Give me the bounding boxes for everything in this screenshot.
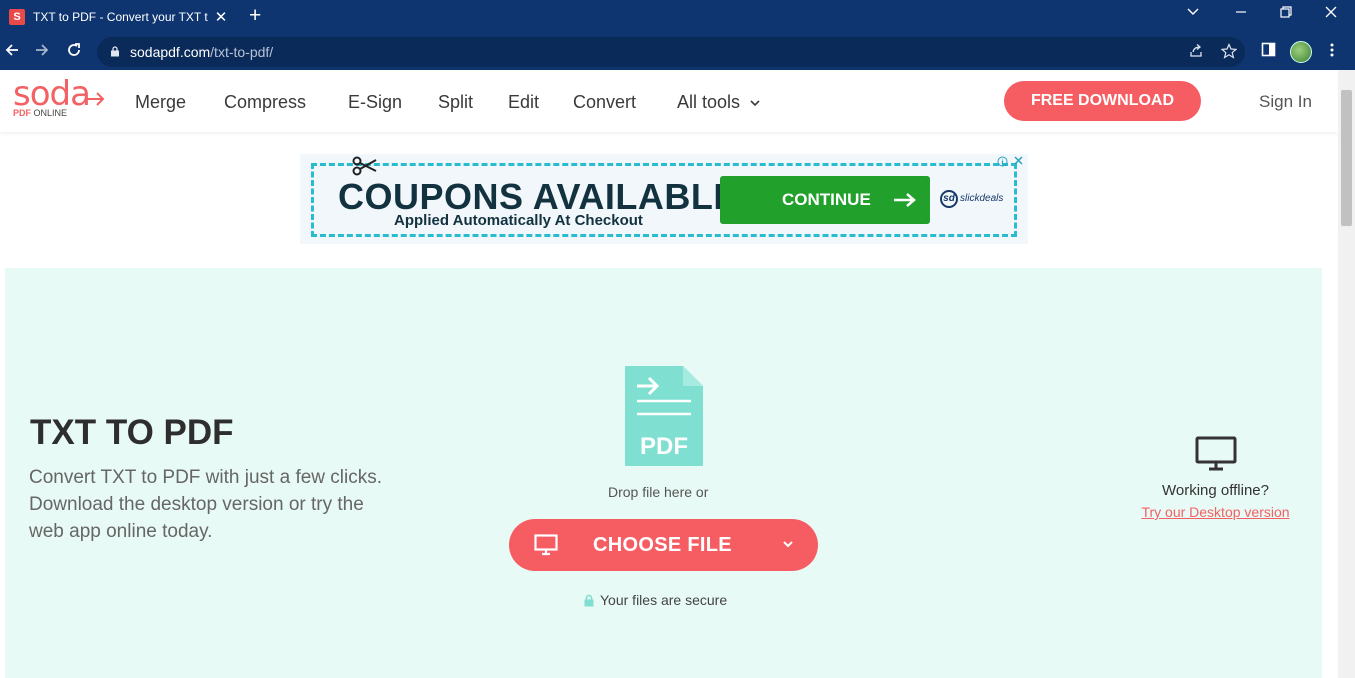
page-scrollbar[interactable] <box>1338 70 1355 678</box>
browser-tab-bar: S TXT to PDF - Convert your TXT to PDF ✕… <box>0 0 1355 34</box>
logo-sub-bold: PDF <box>13 108 31 118</box>
ad-info-icon[interactable] <box>997 156 1008 170</box>
nav-convert[interactable]: Convert <box>573 92 636 113</box>
url-path: /txt-to-pdf/ <box>210 44 274 60</box>
site-header: soda PDF ONLINE Merge Compress E-Sign Sp… <box>0 70 1338 132</box>
lock-icon <box>584 594 594 606</box>
choose-file-label: CHOOSE FILE <box>593 534 732 556</box>
sodapdf-favicon-icon: S <box>9 9 25 25</box>
menu-kebab-icon[interactable] <box>1329 42 1335 62</box>
browser-tab[interactable]: S TXT to PDF - Convert your TXT to PDF ✕ <box>0 0 238 34</box>
chevron-down-icon <box>750 100 760 107</box>
bookmark-star-icon[interactable] <box>1220 43 1238 63</box>
back-icon[interactable] <box>4 42 20 62</box>
choose-file-button[interactable]: CHOOSE FILE <box>509 519 818 571</box>
desktop-version-link[interactable]: Try our Desktop version <box>1133 504 1298 520</box>
page-description: Convert TXT to PDF with just a few click… <box>29 467 383 542</box>
url-domain: sodapdf.com <box>130 44 211 60</box>
desktop-monitor-icon <box>1195 436 1236 471</box>
logo-word: soda <box>13 74 91 114</box>
secure-text: Your files are secure <box>600 592 728 608</box>
chevron-down-icon[interactable] <box>781 537 795 551</box>
nav-all-tools-label: All tools <box>677 92 741 112</box>
tab-search-icon[interactable] <box>1186 5 1200 22</box>
nav-all-tools[interactable]: All tools <box>677 92 761 113</box>
share-icon[interactable] <box>1188 43 1204 63</box>
new-tab-button[interactable]: + <box>249 5 261 27</box>
nav-compress[interactable]: Compress <box>224 92 306 113</box>
scissors-icon <box>352 156 377 176</box>
close-tab-icon[interactable]: ✕ <box>214 8 228 26</box>
offline-title: Working offline? <box>1161 482 1269 499</box>
sign-in-link[interactable]: Sign In <box>1259 92 1312 112</box>
offline-panel: Working offline? Try our Desktop version <box>1133 436 1298 520</box>
nav-edit[interactable]: Edit <box>508 92 539 113</box>
tab-title: TXT to PDF - Convert your TXT to PDF <box>33 10 208 24</box>
nav-split[interactable]: Split <box>438 92 473 113</box>
logo-sub-rest: ONLINE <box>31 108 68 118</box>
sodapdf-logo[interactable]: soda PDF ONLINE <box>13 74 105 118</box>
profile-avatar[interactable] <box>1290 41 1312 63</box>
address-bar[interactable]: sodapdf.com/txt-to-pdf/ <box>97 37 1245 67</box>
side-panel-icon[interactable] <box>1261 42 1276 61</box>
forward-icon[interactable] <box>34 42 50 62</box>
arrow-right-icon <box>893 193 916 207</box>
logo-arrow-icon <box>87 92 105 106</box>
secure-note: Your files are secure <box>583 592 727 608</box>
pdf-label: PDF <box>640 433 688 460</box>
restore-icon[interactable] <box>1279 5 1293 22</box>
slickdeals-badge-icon: sd <box>940 190 958 208</box>
ad-banner[interactable]: COUPONS AVAILABLE Applied Automatically … <box>300 154 1028 244</box>
ad-subtitle: Applied Automatically At Checkout <box>394 212 643 229</box>
scrollbar-thumb[interactable] <box>1341 90 1352 226</box>
ad-continue-button[interactable]: CONTINUE <box>720 176 930 224</box>
ad-continue-label: CONTINUE <box>782 190 871 209</box>
free-download-button[interactable]: FREE DOWNLOAD <box>1004 81 1201 121</box>
nav-esign[interactable]: E-Sign <box>348 92 402 113</box>
pdf-file-icon: PDF <box>625 366 703 466</box>
reload-icon[interactable] <box>66 42 82 62</box>
lock-icon <box>111 46 119 57</box>
nav-merge[interactable]: Merge <box>135 92 186 113</box>
ad-brand-logo: sd slickdeals <box>940 190 1003 208</box>
drop-file-text: Drop file here or <box>608 484 709 500</box>
ad-brand-name: slickdeals <box>960 193 1004 204</box>
minimize-icon[interactable] <box>1234 5 1248 22</box>
url-text: sodapdf.com/txt-to-pdf/ <box>130 44 273 60</box>
close-window-icon[interactable] <box>1324 5 1338 22</box>
ad-close-icon[interactable] <box>1013 154 1024 169</box>
converter-hero: TXT TO PDF Convert TXT to PDF with just … <box>5 268 1322 678</box>
monitor-icon <box>534 534 558 556</box>
browser-toolbar: sodapdf.com/txt-to-pdf/ <box>0 34 1355 70</box>
page-title: TXT TO PDF <box>30 413 234 452</box>
